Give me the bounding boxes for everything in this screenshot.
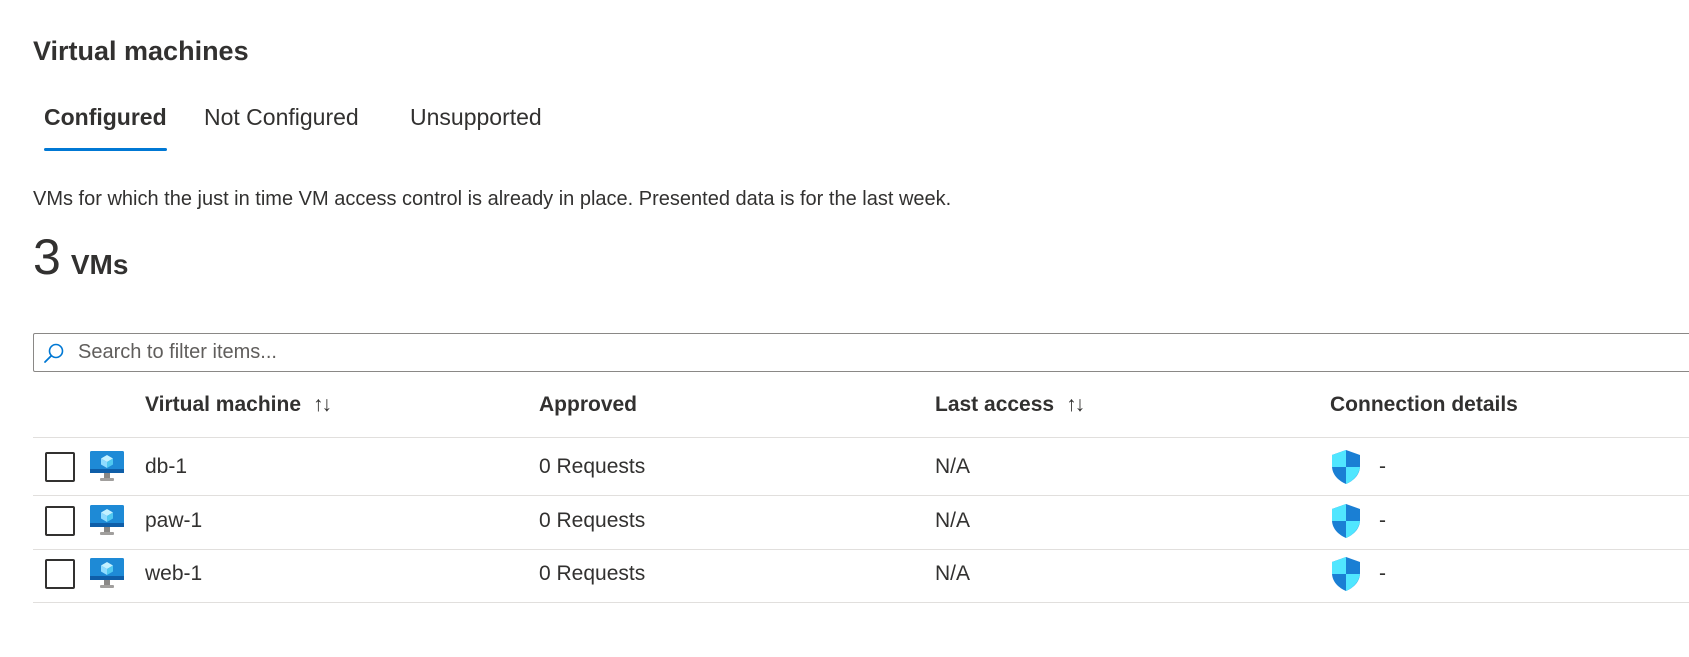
virtual-machine-icon <box>90 558 124 588</box>
connection-details: - <box>1379 455 1386 478</box>
vm-name[interactable]: db-1 <box>145 438 187 495</box>
vm-name[interactable]: paw-1 <box>145 492 202 549</box>
table-row[interactable]: paw-1 0 Requests N/A - <box>33 492 1689 550</box>
connection-details: - <box>1379 562 1386 585</box>
search-box[interactable] <box>33 333 1689 372</box>
column-header-last-access[interactable]: Last access ↑↓ <box>935 380 1085 437</box>
row-checkbox[interactable] <box>45 506 75 536</box>
vm-name[interactable]: web-1 <box>145 545 202 602</box>
last-access: N/A <box>935 455 971 478</box>
shield-icon <box>1332 504 1360 538</box>
row-checkbox[interactable] <box>45 559 75 589</box>
column-header-virtual-machine[interactable]: Virtual machine ↑↓ <box>145 380 332 437</box>
approved-requests: 0 Requests <box>539 562 646 585</box>
tab-unsupported[interactable]: Unsupported <box>410 104 542 152</box>
vm-count: 3 VMs <box>33 228 128 286</box>
table-row[interactable]: web-1 0 Requests N/A - <box>33 545 1689 603</box>
column-header-approved: Approved <box>539 380 637 437</box>
row-checkbox[interactable] <box>45 452 75 482</box>
connection-details: - <box>1379 509 1386 532</box>
sort-icon[interactable]: ↑↓ <box>1066 380 1085 430</box>
approved-requests: 0 Requests <box>539 455 646 478</box>
column-label: Connection details <box>1330 393 1518 416</box>
vm-count-unit: VMs <box>70 249 129 280</box>
virtual-machines-page: Virtual machines Configured Not Configur… <box>0 0 1689 657</box>
shield-icon <box>1332 557 1360 591</box>
tab-configured[interactable]: Configured <box>44 104 167 152</box>
table-header: Virtual machine ↑↓ Approved Last access ↑↓… <box>33 380 1689 438</box>
vm-count-number: 3 <box>33 229 61 285</box>
column-label: Approved <box>539 393 638 416</box>
virtual-machine-icon <box>90 451 124 481</box>
sort-icon[interactable]: ↑↓ <box>313 380 332 430</box>
tab-not-configured[interactable]: Not Configured <box>204 104 359 152</box>
virtual-machine-icon <box>90 505 124 535</box>
column-header-connection-details: Connection details <box>1330 380 1518 437</box>
shield-icon <box>1332 450 1360 484</box>
tab-description: VMs for which the just in time VM access… <box>33 188 952 210</box>
page-title: Virtual machines <box>33 36 249 66</box>
column-label: Virtual machine <box>145 393 302 416</box>
table-row[interactable]: db-1 0 Requests N/A - <box>33 438 1689 496</box>
last-access: N/A <box>935 562 971 585</box>
approved-requests: 0 Requests <box>539 509 646 532</box>
search-input[interactable] <box>78 334 1578 371</box>
last-access: N/A <box>935 509 971 532</box>
column-label: Last access <box>935 393 1055 416</box>
search-icon <box>44 343 64 363</box>
